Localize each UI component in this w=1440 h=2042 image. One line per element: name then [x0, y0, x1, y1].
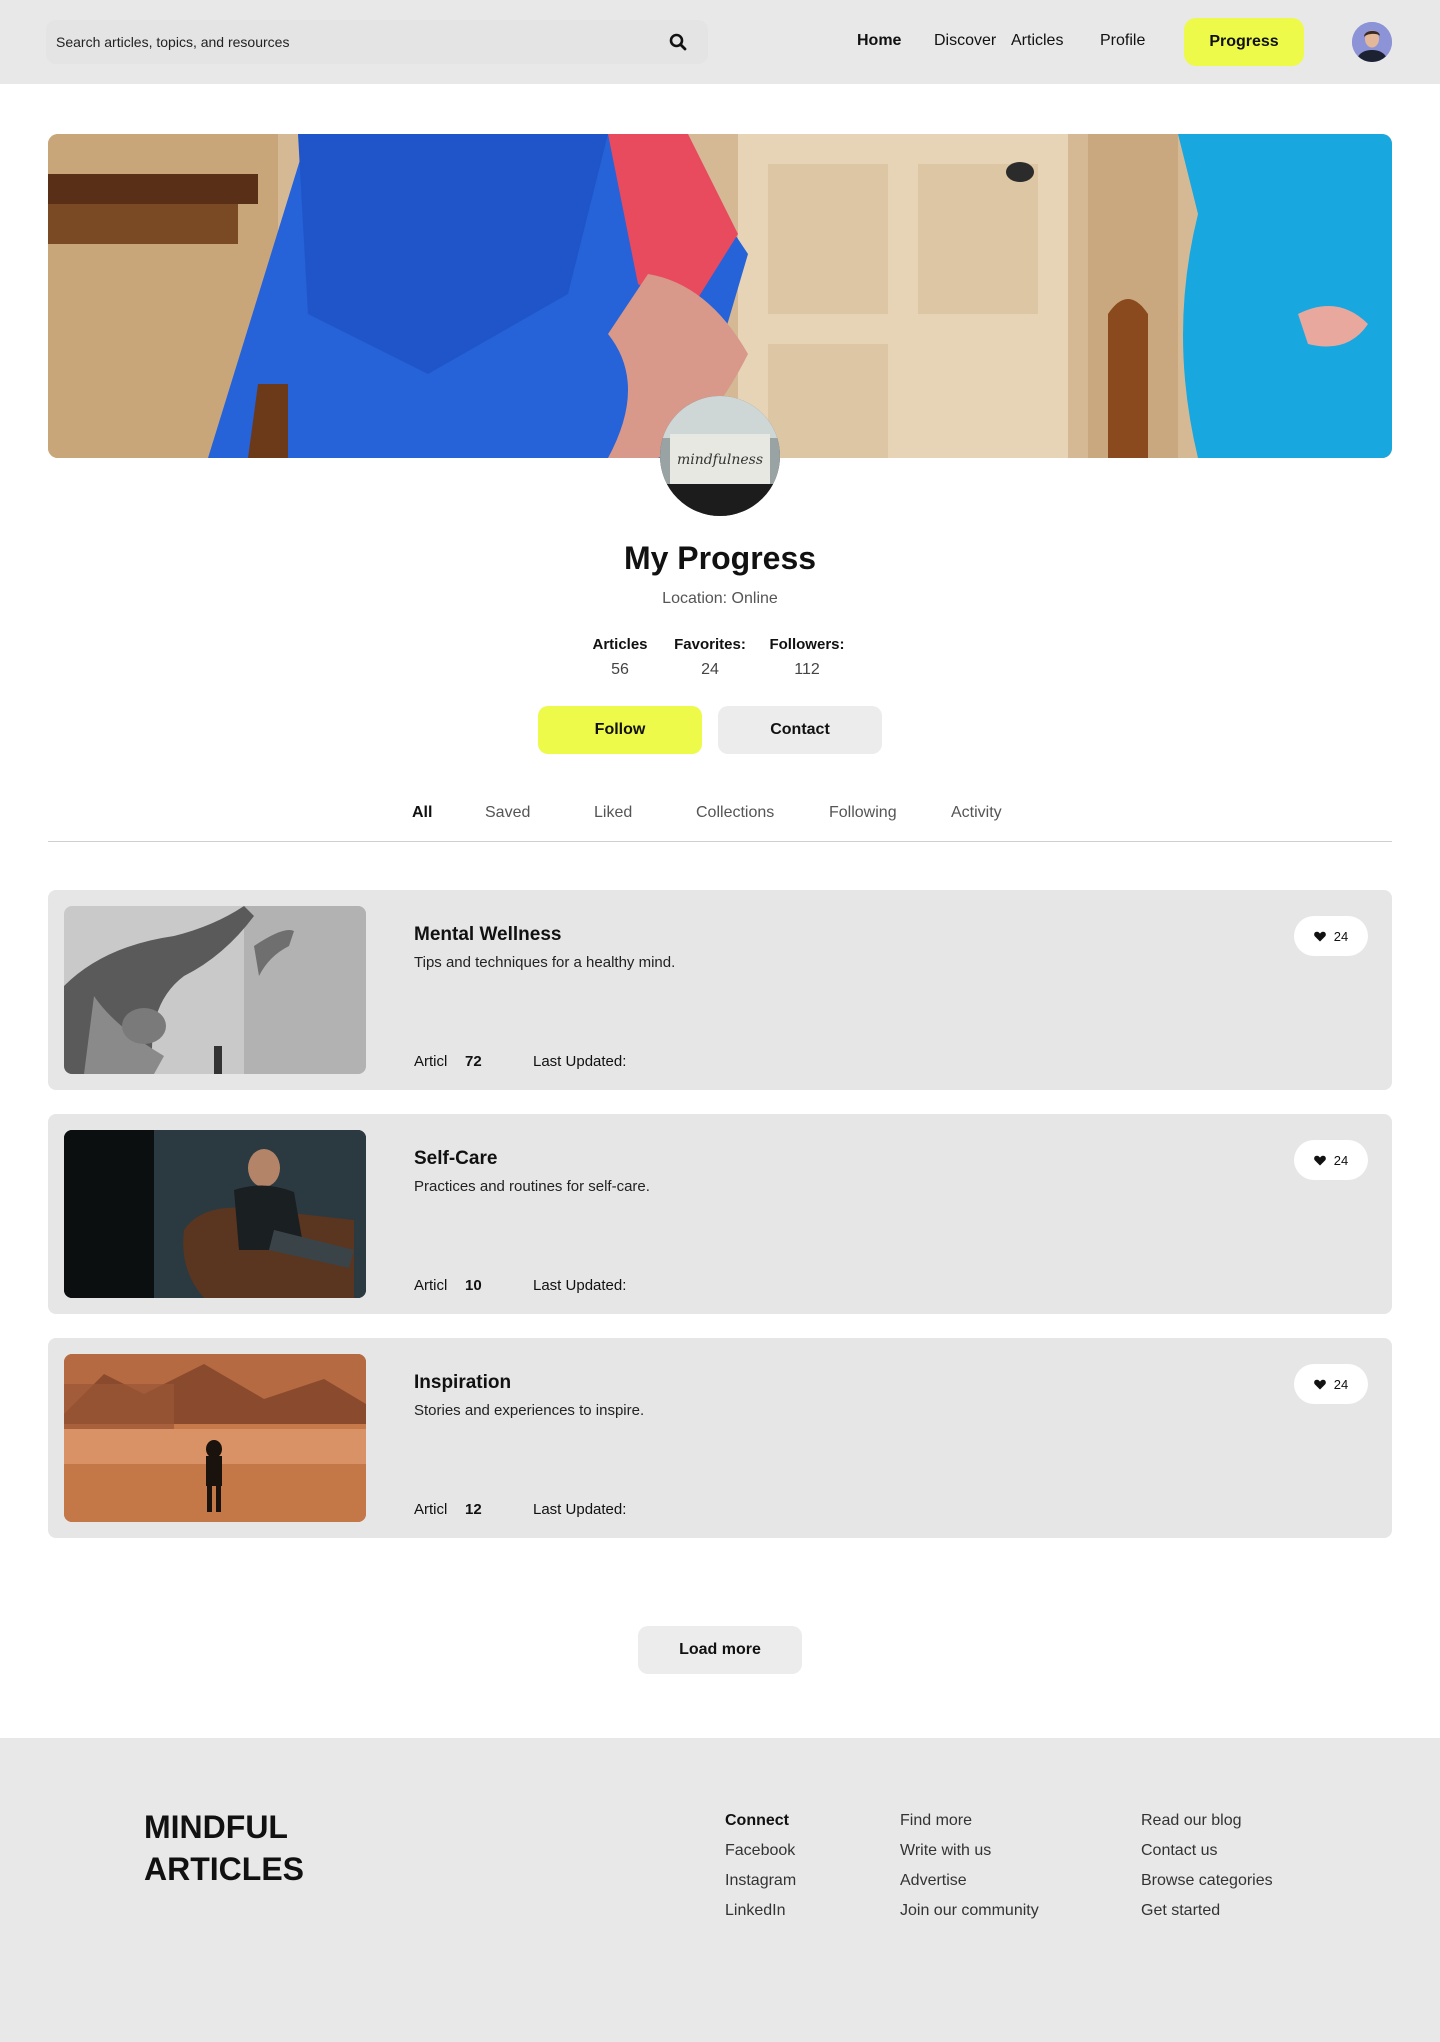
card-description: Stories and experiences to inspire.: [414, 1402, 645, 1419]
footer-link-instagram[interactable]: Instagram: [725, 1872, 796, 1902]
footer-link-write[interactable]: Write with us: [900, 1842, 1039, 1872]
heart-icon: [1313, 1379, 1326, 1389]
brand-line: ARTICLES: [144, 1851, 304, 1887]
follow-button[interactable]: Follow: [538, 706, 702, 754]
footer-heading: Connect: [725, 1812, 789, 1829]
stat-favorites: Favorites: 24: [668, 636, 752, 679]
user-avatar[interactable]: [1352, 22, 1392, 62]
footer-link-get-started[interactable]: Get started: [1141, 1902, 1273, 1932]
contact-button[interactable]: Contact: [718, 706, 882, 754]
heart-icon: [1313, 1155, 1326, 1165]
stat-value: 24: [701, 661, 719, 678]
like-count: 24: [1333, 928, 1349, 944]
card-title[interactable]: Self-Care: [414, 1148, 497, 1170]
like-count: 24: [1333, 1376, 1349, 1392]
heart-icon: [1313, 931, 1326, 941]
nav-profile[interactable]: Profile: [1100, 32, 1145, 50]
like-count: 24: [1333, 1152, 1349, 1168]
tab-liked[interactable]: Liked: [594, 804, 632, 822]
stat-articles: Articles 56: [584, 636, 656, 679]
footer-column-blog: Read our blog Contact us Browse categori…: [1141, 1812, 1273, 1932]
card-title[interactable]: Inspiration: [414, 1372, 511, 1394]
footer-link-advertise[interactable]: Advertise: [900, 1872, 1039, 1902]
articles-count: 12: [465, 1501, 482, 1518]
mindfulness-text: mindfulness: [677, 452, 763, 468]
stat-label: Articles: [592, 636, 648, 653]
footer-link-categories[interactable]: Browse categories: [1141, 1872, 1273, 1902]
nav-home[interactable]: Home: [857, 32, 901, 50]
search-icon[interactable]: [668, 32, 688, 52]
location-text: Location: Online: [662, 590, 778, 607]
article-card[interactable]: Self-Care Practices and routines for sel…: [48, 1114, 1392, 1314]
article-card[interactable]: Mental Wellness Tips and techniques for …: [48, 890, 1392, 1090]
like-button[interactable]: 24: [1294, 916, 1368, 956]
stat-value: 112: [794, 661, 820, 678]
articles-label: Articl: [414, 1277, 448, 1294]
profile-avatar[interactable]: mindfulness: [660, 396, 780, 516]
tab-saved[interactable]: Saved: [485, 804, 530, 822]
tab-all[interactable]: All: [412, 804, 432, 822]
card-thumbnail[interactable]: [64, 1130, 366, 1298]
last-updated: Last Updated:: [533, 1053, 627, 1070]
man-armchair-image: [64, 1130, 366, 1298]
footer-link-find-more[interactable]: Find more: [900, 1812, 1039, 1842]
page-title: My Progress: [623, 540, 817, 576]
card-description: Practices and routines for self-care.: [414, 1178, 650, 1195]
avatar-image: [1352, 22, 1392, 62]
mindfulness-card-image: mindfulness: [660, 396, 780, 516]
articles-label: Articl: [414, 1501, 448, 1518]
tab-activity[interactable]: Activity: [951, 804, 1002, 822]
footer-link-blog[interactable]: Read our blog: [1141, 1812, 1273, 1842]
nav-discover[interactable]: Discover: [934, 32, 996, 50]
last-updated: Last Updated:: [533, 1501, 627, 1518]
articles-count: 72: [465, 1053, 482, 1070]
card-thumbnail[interactable]: [64, 1354, 366, 1522]
load-more-button[interactable]: Load more: [638, 1626, 802, 1674]
man-stretching-image: [64, 906, 366, 1074]
footer-column-find-more: Find more Write with us Advertise Join o…: [900, 1812, 1039, 1932]
footer-link-community[interactable]: Join our community: [900, 1902, 1039, 1932]
card-title[interactable]: Mental Wellness: [414, 924, 561, 946]
stat-label: Favorites:: [674, 636, 746, 653]
like-button[interactable]: 24: [1294, 1140, 1368, 1180]
card-thumbnail[interactable]: [64, 906, 366, 1074]
nav-articles[interactable]: Articles: [1011, 32, 1063, 50]
last-updated: Last Updated:: [533, 1277, 627, 1294]
beach-sunset-image: [64, 1354, 366, 1522]
footer: MINDFUL ARTICLES Connect Facebook Instag…: [0, 1738, 1440, 2042]
progress-button[interactable]: Progress: [1184, 18, 1304, 66]
card-description: Tips and techniques for a healthy mind.: [414, 954, 676, 971]
footer-link-contact[interactable]: Contact us: [1141, 1842, 1273, 1872]
content-tabs: All Saved Liked Collections Following Ac…: [48, 800, 1392, 842]
tab-collections[interactable]: Collections: [696, 804, 774, 822]
footer-link-linkedin[interactable]: LinkedIn: [725, 1902, 796, 1932]
stat-label: Followers:: [769, 636, 845, 653]
articles-count: 10: [465, 1277, 482, 1294]
stat-value: 56: [611, 661, 629, 678]
articles-label: Articl: [414, 1053, 448, 1070]
footer-column-connect: Connect Facebook Instagram LinkedIn: [725, 1812, 796, 1932]
search-bar[interactable]: Search articles, topics, and resources: [46, 20, 708, 64]
brand-line: MINDFUL: [144, 1809, 288, 1845]
footer-brand: MINDFUL ARTICLES: [144, 1806, 304, 1890]
footer-link-facebook[interactable]: Facebook: [725, 1842, 796, 1872]
article-card[interactable]: Inspiration Stories and experiences to i…: [48, 1338, 1392, 1538]
tab-following[interactable]: Following: [829, 804, 897, 822]
like-button[interactable]: 24: [1294, 1364, 1368, 1404]
search-input[interactable]: Search articles, topics, and resources: [56, 34, 289, 50]
stat-followers: Followers: 112: [764, 636, 850, 679]
top-header: Search articles, topics, and resources H…: [0, 0, 1440, 84]
